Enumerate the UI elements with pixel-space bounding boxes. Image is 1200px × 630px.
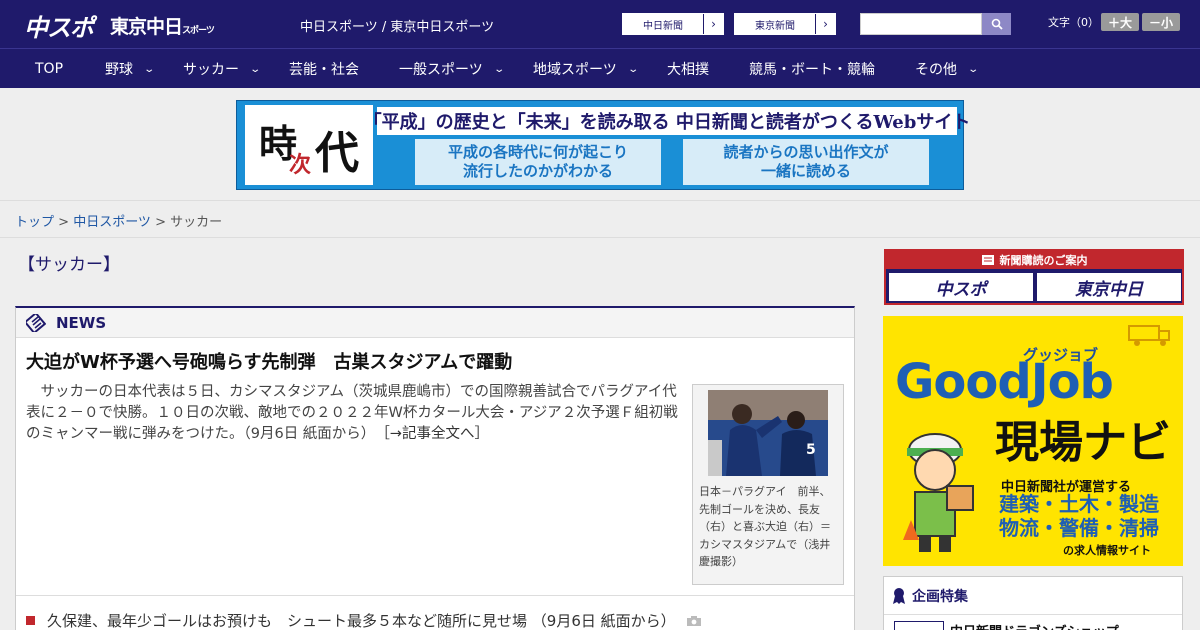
news-heading: NEWS: [56, 313, 107, 332]
photo-caption: 日本－パラグアイ 前半、先制ゴールを決め、長友（右）と喜ぶ大迫（右）＝カシマスタ…: [699, 485, 831, 569]
nav-label: 地域スポーツ: [533, 62, 617, 78]
nav-item-baseball[interactable]: 野球 ⌄: [105, 49, 156, 89]
chevron-right-icon: ›: [703, 14, 723, 34]
main-nav: TOP 野球 ⌄ サッカー ⌄ 芸能・社会 一般スポーツ ⌄ 地域スポーツ ⌄ 大相撲 …: [0, 48, 1200, 88]
feature-header: 企画特集: [884, 577, 1182, 615]
nav-item-soccer[interactable]: サッカー ⌄: [183, 49, 262, 89]
nav-label: サッカー: [183, 62, 239, 78]
nav-item-general-sports[interactable]: 一般スポーツ ⌄: [399, 49, 505, 89]
subscription-band: 新聞購読のご案内: [886, 251, 1182, 269]
feature-box: 企画特集 中日新聞ドラゴンズショップ: [883, 576, 1183, 630]
ribbon-icon: [893, 587, 905, 604]
bullet-icon: [26, 616, 35, 625]
nav-item-racing[interactable]: 競馬・ボート・競輪: [749, 49, 875, 89]
news-list-item-text: 久保建、最年少ゴールはお預けも シュート最多５本など随所に見せ場 （9月6日 紙…: [47, 612, 676, 630]
soccer-players-image: 5: [708, 390, 828, 476]
top-header: 中スポ 東京中日スポーツ 中日スポーツ / 東京中日スポーツ 中日新聞 › 東京…: [0, 0, 1200, 48]
jidai-logo: 時 次 代: [245, 105, 373, 185]
tokyo-chunichi-logo-text: 東京中日: [110, 16, 183, 38]
breadcrumb-top[interactable]: トップ: [15, 215, 54, 230]
chevron-down-icon: ⌄: [967, 63, 980, 75]
nav-item-other[interactable]: その他 ⌄: [915, 49, 980, 89]
chevron-down-icon: ⌄: [627, 63, 639, 75]
banner-left-text: 平成の各時代に何が起こり 流行したのかがわかる: [415, 139, 661, 185]
font-size-label: 文字（0）: [1048, 16, 1099, 29]
font-smaller-button[interactable]: －小: [1142, 13, 1180, 31]
news-divider: [16, 595, 854, 596]
worker-illustration: [903, 433, 974, 552]
camera-icon: [686, 615, 701, 626]
tokyo-chunichi-logo-sub: スポーツ: [182, 26, 215, 36]
nav-label: 野球: [105, 62, 133, 78]
jidai-banner[interactable]: 時 次 代 「平成」の歴史と「未来」を読み取る 中日新聞と読者がつくるWebサイ…: [236, 100, 970, 190]
chuspo-logo[interactable]: 中スポ: [24, 8, 94, 43]
nav-label: その他: [915, 62, 957, 78]
chevron-right-icon: ›: [815, 14, 835, 34]
breadcrumb: トップ > 中日スポーツ > サッカー: [0, 200, 1200, 238]
nav-item-sumo[interactable]: 大相撲: [667, 49, 709, 89]
banner-headline: 「平成」の歴史と「未来」を読み取る 中日新聞と読者がつくるWebサイト: [364, 107, 970, 135]
feature-item[interactable]: 中日新聞ドラゴンズショップ: [950, 621, 1119, 630]
nav-item-local-sports[interactable]: 地域スポーツ ⌄: [533, 49, 639, 89]
tokyo-shimbun-label: 東京新聞: [755, 20, 795, 32]
goodjob-subtitle: 現場ナビ: [995, 417, 1171, 468]
svg-text:5: 5: [806, 442, 816, 458]
tokyo-shimbun-button[interactable]: 東京新聞 ›: [734, 13, 836, 35]
read-more-link[interactable]: ［→記事全文へ］: [383, 426, 489, 442]
breadcrumb-current: サッカー: [170, 215, 223, 230]
lead-article-title[interactable]: 大迫がW杯予選へ号砲鳴らす先制弾 古巣スタジアムで躍動: [26, 348, 512, 374]
feature-heading: 企画特集: [912, 588, 968, 605]
page-title: 【サッカー】: [18, 255, 120, 275]
chevron-down-icon: ⌄: [249, 63, 262, 75]
nav-label: 芸能・社会: [289, 62, 359, 78]
nav-label: 競馬・ボート・競輪: [749, 62, 875, 78]
goodjob-tagline: の求人情報サイト: [1063, 544, 1151, 557]
nav-item-top[interactable]: TOP: [35, 49, 63, 89]
tokyo-chunichi-logo[interactable]: 東京中日スポーツ: [110, 12, 215, 39]
search-button[interactable]: [982, 13, 1011, 35]
truck-icon: [1128, 325, 1170, 346]
banner-right-text: 読者からの思い出作文が 一緒に読める: [683, 139, 929, 185]
goodjob-title: GoodJob: [895, 354, 1114, 410]
news-list-item[interactable]: 久保建、最年少ゴールはお預けも シュート最多５本など随所に見せ場 （9月6日 紙…: [26, 610, 702, 630]
breadcrumb-chunichi-sports[interactable]: 中日スポーツ: [73, 215, 151, 230]
news-panel: NEWS 大迫がW杯予選へ号砲鳴らす先制弾 古巣スタジアムで躍動 サッカーの日本…: [15, 306, 855, 630]
nav-label: TOP: [35, 61, 64, 77]
lead-article-body: サッカーの日本代表は５日、カシマスタジアム（茨城県鹿嶋市）での国際親善試合でパラ…: [26, 382, 686, 445]
search-icon: [991, 18, 1003, 30]
search-input[interactable]: [860, 13, 982, 35]
subscribe-chuspo-logo[interactable]: 中スポ: [889, 273, 1033, 301]
subscription-box[interactable]: 新聞購読のご案内 中スポ 東京中日: [884, 249, 1184, 305]
goodjob-ad[interactable]: グッジョブ GoodJob 現場ナビ 中日新聞社が運営する 建築・土木・製造 物…: [883, 316, 1183, 566]
feature-thumbnail[interactable]: [894, 621, 944, 630]
lead-photo-box: 5 日本－パラグアイ 前半、先制ゴールを決め、長友（右）と喜ぶ大迫（右）＝カシマ…: [692, 384, 844, 585]
goodjob-fields: 建築・土木・製造 物流・警備・清掃: [999, 492, 1159, 540]
newspaper-icon: [981, 255, 994, 265]
font-larger-button[interactable]: ＋大: [1101, 13, 1139, 31]
lead-article-text: サッカーの日本代表は５日、カシマスタジアム（茨城県鹿嶋市）での国際親善試合でパラ…: [26, 384, 678, 443]
chevron-down-icon: ⌄: [493, 63, 505, 75]
site-links[interactable]: 中日スポーツ / 東京中日スポーツ: [300, 16, 494, 35]
subscription-band-label: 新聞購読のご案内: [999, 254, 1088, 267]
nav-label: 一般スポーツ: [399, 62, 483, 78]
news-header: NEWS: [16, 308, 854, 338]
chunichi-shimbun-button[interactable]: 中日新聞 ›: [622, 13, 724, 35]
nav-label: 大相撲: [667, 62, 709, 78]
subscribe-tokyo-chunichi-logo[interactable]: 東京中日: [1037, 273, 1181, 301]
nav-item-entertainment[interactable]: 芸能・社会: [289, 49, 359, 89]
chunichi-shimbun-label: 中日新聞: [643, 20, 683, 32]
lead-photo[interactable]: 5: [708, 390, 828, 476]
chevron-down-icon: ⌄: [143, 63, 156, 75]
breadcrumb-separator: >: [150, 215, 171, 230]
breadcrumb-separator: >: [54, 215, 74, 230]
jidai-char-3: 代: [315, 128, 359, 179]
jidai-char-2: 次: [289, 152, 312, 178]
newspaper-icon: [26, 313, 46, 332]
